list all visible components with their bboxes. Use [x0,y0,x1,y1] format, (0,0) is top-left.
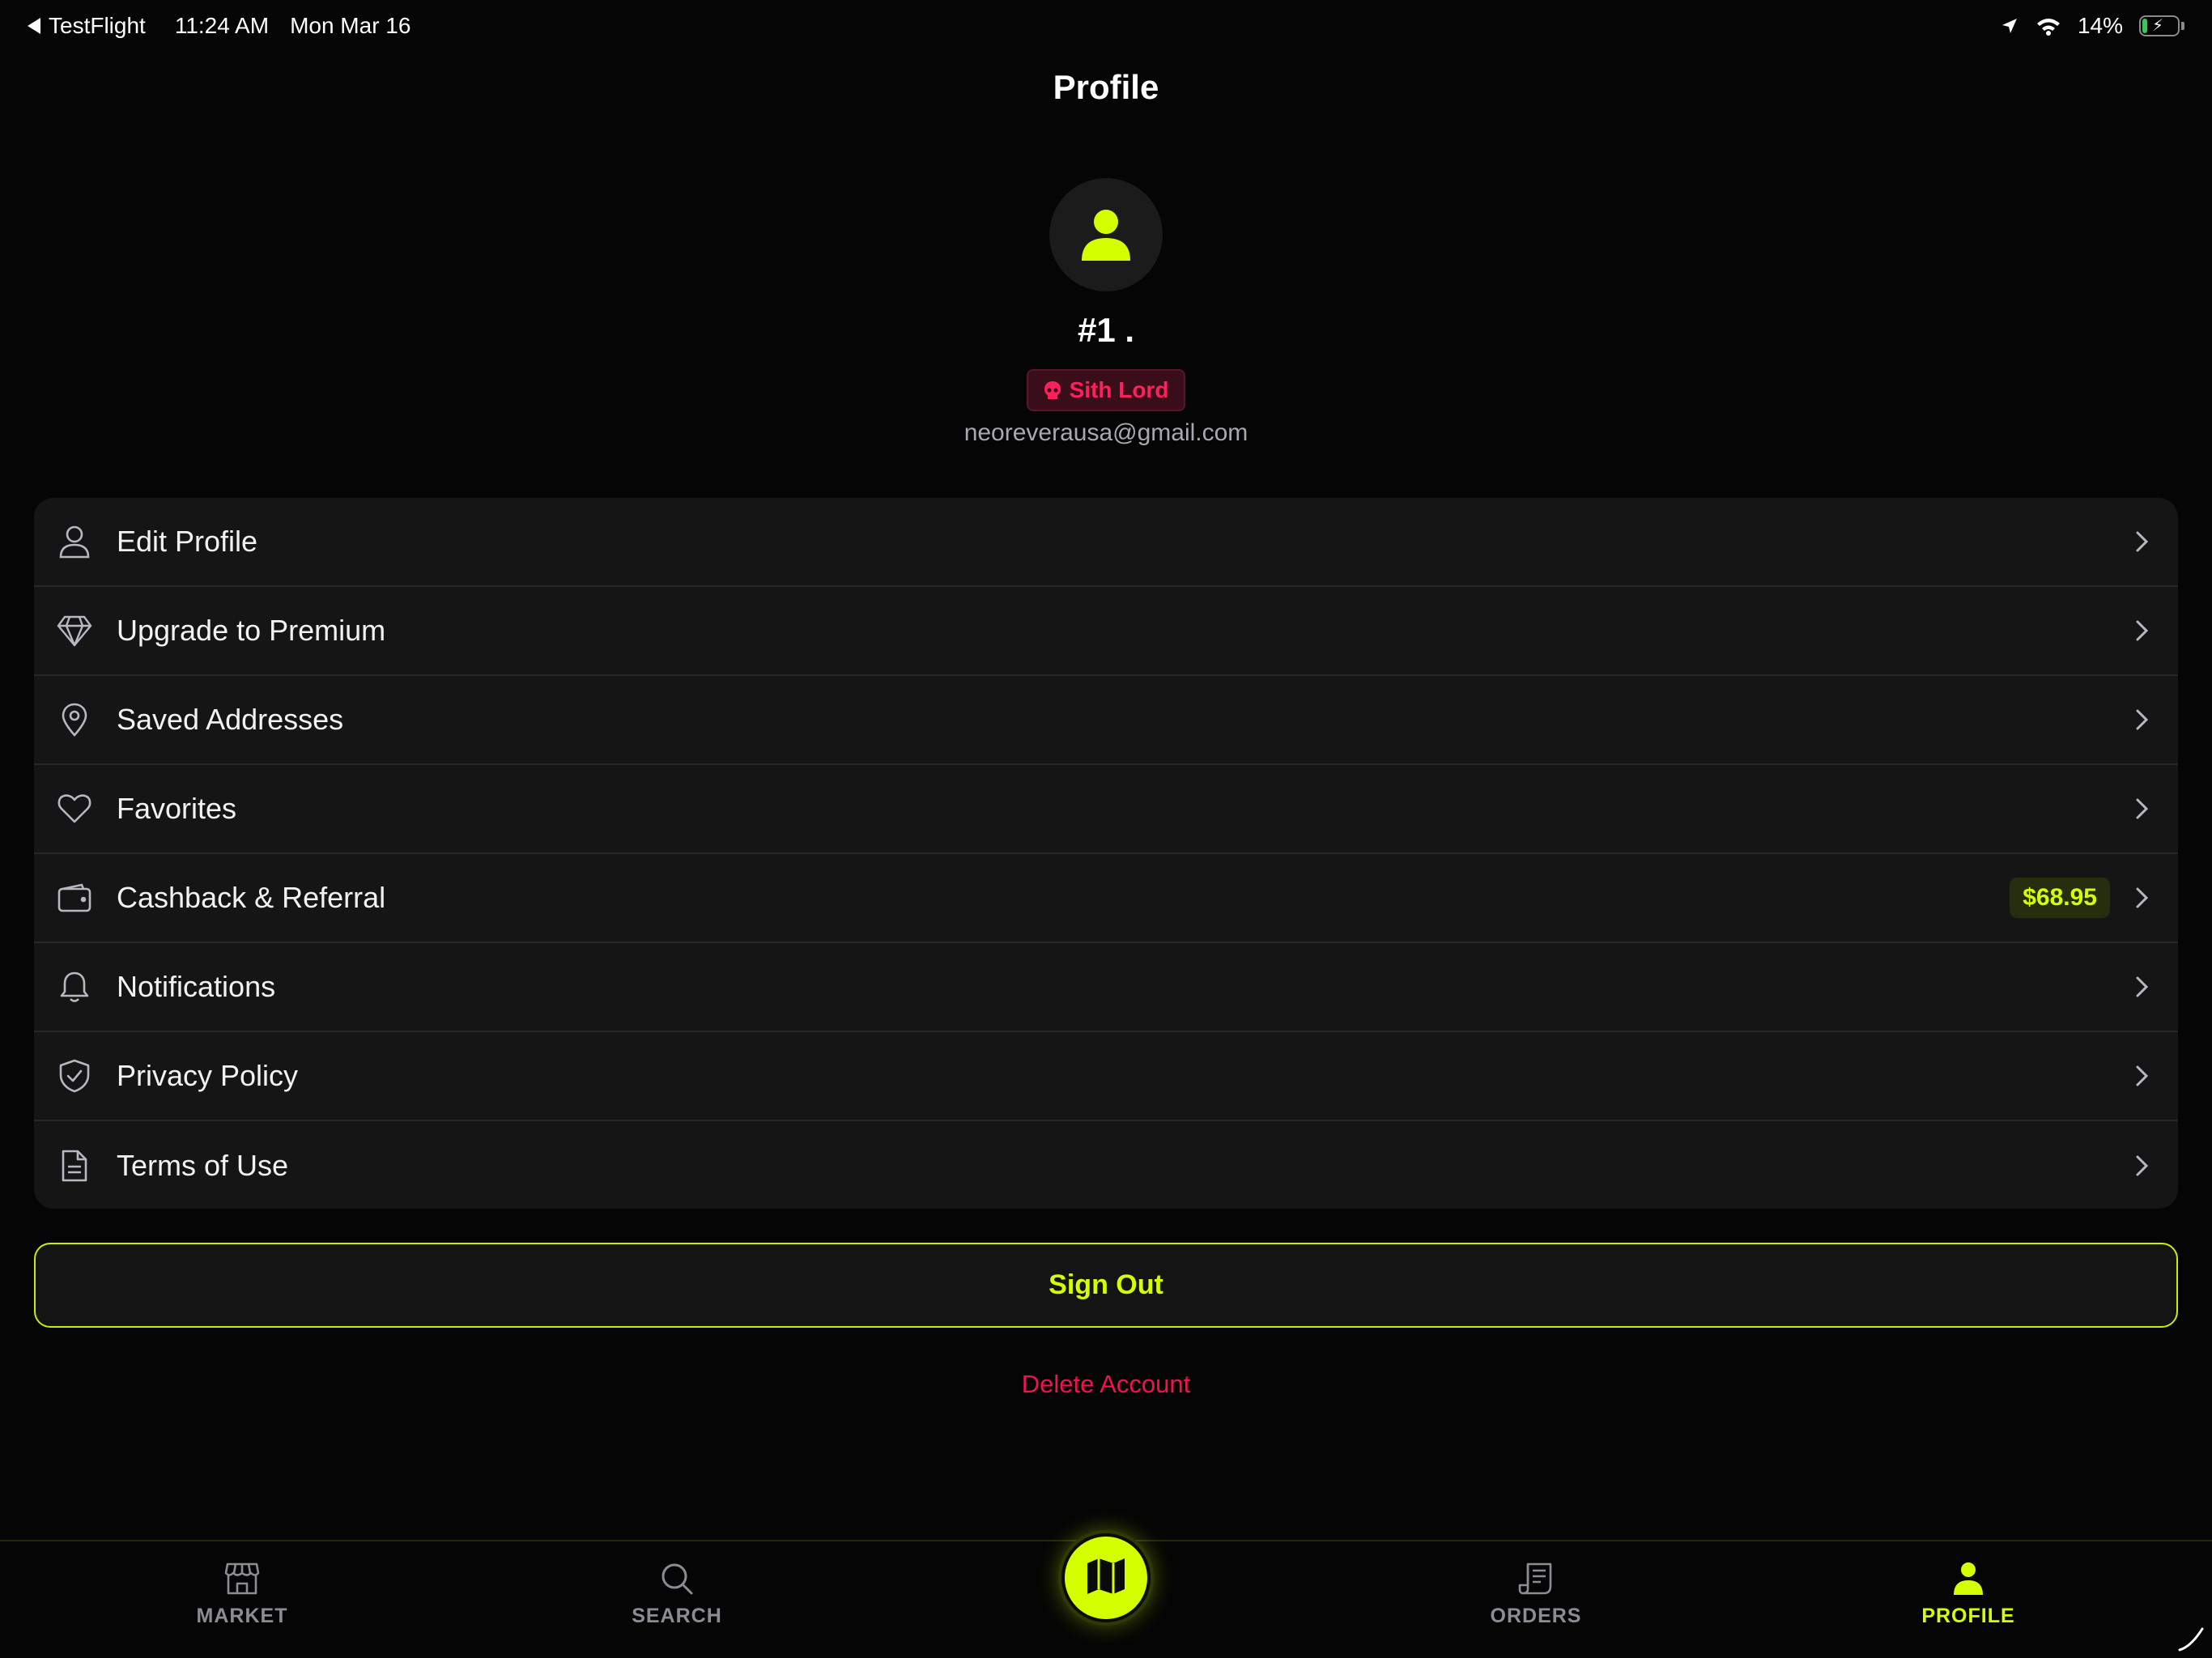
status-time: 11:24 AM [174,13,270,38]
tab-profile[interactable]: PROFILE [1887,1559,2049,1628]
wallet-icon [57,880,92,916]
delete-account-label[interactable]: Delete Account [1022,1370,1191,1398]
document-icon [57,1148,92,1184]
user-avatar-icon [1082,210,1130,261]
status-bar: TestFlight 11:24 AM Mon Mar 16 14% ⚡ [0,0,2212,52]
profile-menu: Edit Profile Upgrade to Premium Saved Ad… [34,498,2178,1209]
pencil-indicator-icon [2178,1627,2204,1652]
sign-out-button[interactable]: Sign Out [34,1243,2178,1328]
profile-screen: TestFlight 11:24 AM Mon Mar 16 14% ⚡ Pro… [0,0,2212,1658]
menu-item-label: Cashback & Referral [117,881,386,914]
menu-item-label: Edit Profile [117,525,258,558]
menu-item-label: Notifications [117,970,276,1003]
menu-item-terms-of-use[interactable]: Terms of Use [34,1121,2178,1209]
location-pin-icon [57,702,92,738]
user-email: neoreverausa@gmail.com [963,419,1249,446]
search-icon [660,1559,694,1598]
menu-item-saved-addresses[interactable]: Saved Addresses [34,676,2178,765]
display-name: #1 . [1077,311,1135,349]
tab-market[interactable]: MARKET [161,1559,323,1628]
menu-item-favorites[interactable]: Favorites [34,765,2178,854]
tab-label: SEARCH [632,1605,722,1627]
user-icon [1952,1559,1984,1598]
bell-icon [57,969,92,1005]
role-label: Sith Lord [1069,377,1169,402]
cashback-balance-badge: $68.95 [2010,878,2110,918]
user-icon [57,524,92,559]
menu-item-label: Privacy Policy [117,1059,299,1092]
battery-percent: 14% [2077,13,2123,38]
tab-search[interactable]: SEARCH [596,1559,758,1628]
chevron-right-icon [2133,619,2152,643]
heart-icon [57,791,92,827]
tab-label: PROFILE [1921,1605,2015,1627]
status-date: Mon Mar 16 [290,13,411,38]
menu-item-upgrade-premium[interactable]: Upgrade to Premium [34,587,2178,676]
chevron-right-icon [2133,1154,2152,1178]
receipt-icon [1518,1559,1554,1598]
shield-check-icon [57,1058,92,1094]
tab-orders[interactable]: ORDERS [1455,1559,1617,1628]
menu-item-label: Favorites [117,792,237,825]
battery-level [2142,19,2147,33]
chevron-right-icon [2133,886,2152,910]
menu-item-privacy-policy[interactable]: Privacy Policy [34,1032,2178,1121]
back-app-label: TestFlight [49,13,146,38]
tab-label: MARKET [196,1605,288,1627]
chevron-right-icon [2133,708,2152,732]
map-icon [1086,1557,1126,1600]
page-title: Profile [1053,68,1159,106]
delete-account-link[interactable]: Delete Account [0,1370,2212,1399]
map-button[interactable] [1061,1533,1151,1622]
chevron-right-icon [2133,975,2152,999]
menu-item-notifications[interactable]: Notifications [34,943,2178,1032]
back-to-app-link[interactable]: TestFlight [28,13,146,39]
wifi-icon [2036,19,2060,36]
battery-icon: ⚡ [2139,15,2184,36]
role-badge: Sith Lord [1027,369,1185,411]
chevron-right-icon [2133,529,2152,554]
diamond-icon [57,613,92,648]
menu-item-cashback-referral[interactable]: Cashback & Referral $68.95 [34,854,2178,943]
storefront-icon [224,1559,260,1598]
location-arrow-icon [2001,19,2017,33]
avatar[interactable] [1049,178,1163,291]
menu-item-label: Terms of Use [117,1149,289,1182]
tab-label: ORDERS [1490,1605,1582,1627]
chevron-right-icon [2133,1064,2152,1088]
menu-item-label: Saved Addresses [117,703,344,736]
chevron-right-icon [2133,797,2152,821]
menu-item-edit-profile[interactable]: Edit Profile [34,498,2178,587]
back-arrow-icon [28,18,40,34]
menu-item-label: Upgrade to Premium [117,614,386,647]
skull-icon [1044,381,1061,399]
